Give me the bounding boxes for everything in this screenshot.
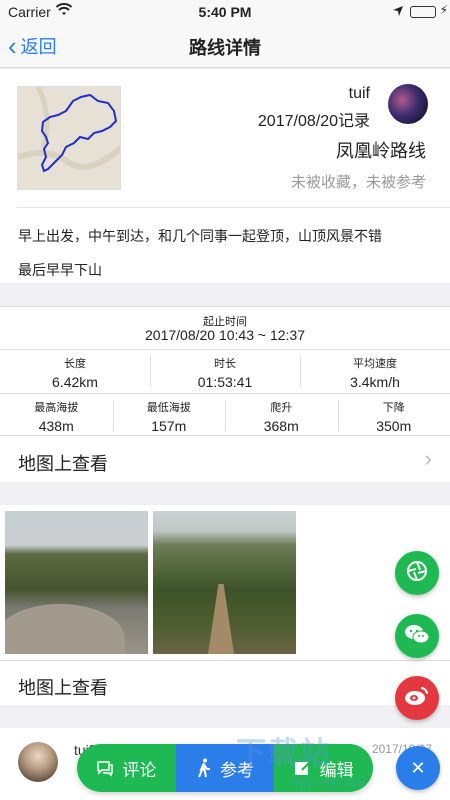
- stat-length: 长度 6.42km: [0, 350, 150, 393]
- stat-avg-speed: 平均速度 3.4km/h: [300, 350, 450, 393]
- chevron-right-icon: ›: [424, 446, 432, 471]
- battery-icon: [410, 6, 436, 18]
- stat-label: 最低海拔: [146, 402, 191, 414]
- stats-card: 起止时间 2017/08/20 10:43 ~ 12:37 长度 6.42km …: [0, 306, 450, 482]
- route-name: 凤凰岭路线: [336, 141, 426, 161]
- view-on-map-row[interactable]: 地图上查看 ›: [0, 435, 450, 483]
- stat-min-altitude: 最低海拔 157m: [112, 394, 226, 437]
- close-icon: ✕: [410, 757, 426, 778]
- stat-label: 最高海拔: [34, 402, 79, 414]
- nav-bar: ‹ 返回 路线详情: [0, 24, 450, 68]
- photo-trail: [208, 584, 234, 654]
- commenter-avatar[interactable]: [18, 742, 58, 782]
- watermark-text: 下载站: [236, 737, 332, 770]
- stat-max-altitude: 最高海拔 438m: [0, 394, 113, 437]
- share-moments-button[interactable]: [395, 551, 439, 595]
- record-date: 2017/08/20记录: [257, 113, 370, 130]
- weibo-icon: [404, 685, 430, 712]
- view-on-map-label: 地图上查看: [18, 454, 108, 474]
- stat-label: 时长: [214, 358, 236, 370]
- record-card: tuif 2017/08/20记录 凤凰岭路线 未被收藏，未被参考 早上出发，中…: [0, 69, 450, 283]
- stat-label: 下降: [382, 402, 405, 414]
- stat-label: 平均速度: [353, 358, 397, 370]
- wechat-icon: [404, 623, 430, 650]
- stat-label: 长度: [64, 358, 86, 370]
- collect-status: 未被收藏，未被参考: [290, 174, 426, 191]
- stat-value: 368m: [263, 418, 299, 434]
- stat-value: 157m: [151, 418, 187, 434]
- share-wechat-button[interactable]: [395, 614, 439, 658]
- photos-card: 地图上查看: [0, 505, 450, 705]
- clock: 5:40 PM: [198, 4, 252, 20]
- stat-ascent: 爬升 368m: [225, 394, 338, 437]
- stat-value: 01:53:41: [197, 374, 253, 390]
- stat-label: 爬升: [270, 402, 293, 414]
- stat-value: 3.4km/h: [350, 374, 400, 390]
- comment-button[interactable]: 评论: [77, 744, 176, 792]
- description-line: 早上出发，中午到达，和几个同事一起登顶，山顶风景不错: [18, 228, 382, 244]
- route-map-thumbnail[interactable]: [17, 86, 121, 190]
- location-arrow-icon: [392, 4, 404, 20]
- description-line: 最后早早下山: [18, 262, 102, 278]
- stats-row: 长度 6.42km 时长 01:53:41 平均速度 3.4km/h: [0, 349, 450, 393]
- stat-descent: 下降 350m: [337, 394, 450, 437]
- stat-value: 438m: [38, 418, 74, 434]
- period-value: 2017/08/20 10:43 ~ 12:37: [145, 327, 305, 343]
- walking-icon: [196, 758, 212, 778]
- status-bar: Carrier 5:40 PM ⚡: [0, 0, 450, 24]
- stat-duration: 时长 01:53:41: [150, 350, 300, 393]
- photo-rock: [5, 604, 125, 654]
- comment-icon: [96, 759, 114, 777]
- watermark-url: WWW.PRSX.COM: [290, 778, 366, 788]
- stats-row: 最高海拔 438m 最低海拔 157m 爬升 368m 下降 350m: [0, 393, 450, 437]
- charging-icon: ⚡: [439, 3, 448, 17]
- photo-thumbnail[interactable]: [153, 511, 296, 654]
- username[interactable]: tuif: [349, 85, 370, 103]
- page-title: 路线详情: [189, 38, 261, 58]
- stat-value: 6.42km: [52, 374, 98, 390]
- photos-view-on-map-row[interactable]: 地图上查看: [0, 660, 450, 705]
- user-avatar[interactable]: [388, 84, 428, 124]
- view-on-map-label: 地图上查看: [18, 678, 108, 698]
- comment-label: 评论: [122, 760, 157, 780]
- close-share-button[interactable]: ✕: [396, 746, 440, 790]
- camera-shutter-icon: [405, 559, 429, 588]
- stat-value: 350m: [376, 418, 412, 434]
- share-weibo-button[interactable]: [395, 676, 439, 720]
- divider: [17, 207, 450, 208]
- photo-thumbnail[interactable]: [5, 511, 148, 654]
